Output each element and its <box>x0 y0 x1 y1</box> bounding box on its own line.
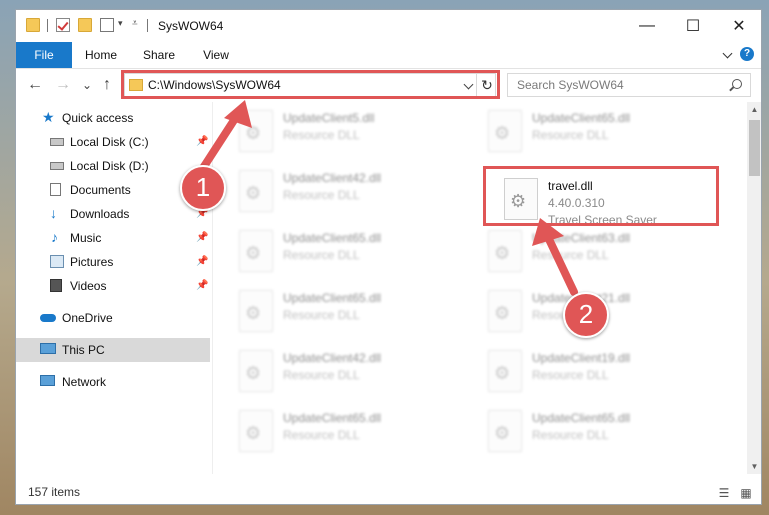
annotation-arrows <box>199 100 578 296</box>
step-1-badge: 1 <box>180 165 226 211</box>
arrow-1-line <box>199 110 242 172</box>
arrow-2-line <box>543 231 578 296</box>
step-2-badge: 2 <box>563 292 609 338</box>
